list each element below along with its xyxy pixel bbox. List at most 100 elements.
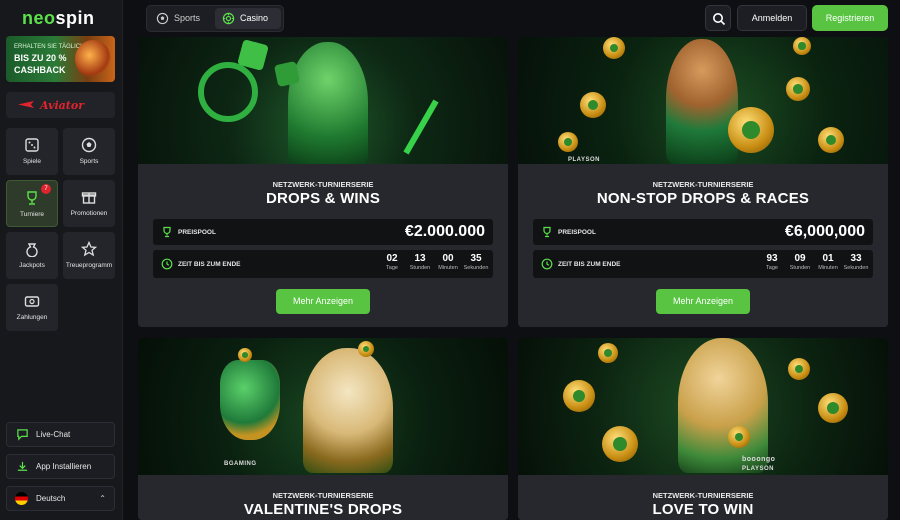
cashback-promo-banner[interactable]: ERHALTEN SIE TÄGLICH BIS ZU 20 % CASHBAC… — [6, 36, 115, 82]
tournament-card-body: NETZWERK-TURNIERSERIE VALENTINE'S DROPS — [138, 475, 508, 520]
trophy-icon — [163, 226, 171, 238]
countdown-label: ZEIT BIS ZUM ENDE — [558, 261, 621, 268]
sidebar-item-treueprogramm[interactable]: Treueprogramm — [63, 232, 115, 279]
promo-line2: BIS ZU 20 % — [14, 53, 67, 63]
sidebar-item-label: Zahlungen — [16, 314, 48, 321]
tab-casino[interactable]: Casino — [215, 8, 281, 29]
provider-logo-secondary: PLAYSON — [742, 466, 774, 472]
tournament-card: BGAMING NETZWERK-TURNIERSERIE VALENTINE'… — [138, 338, 508, 520]
casino-chip-icon — [222, 12, 235, 25]
countdown-days: 02 Tage — [386, 253, 398, 271]
login-button[interactable]: Anmelden — [737, 5, 807, 31]
sidebar-item-zahlungen[interactable]: Zahlungen — [6, 284, 58, 331]
register-button[interactable]: Registrieren — [812, 5, 888, 31]
sidebar-item-sports[interactable]: Sports — [63, 128, 115, 175]
language-selector[interactable]: Deutsch ⌃ — [6, 486, 115, 511]
prize-pool-row: PREISPOOL €6,000,000 — [533, 219, 873, 245]
provider-logo: BGAMING — [224, 461, 257, 467]
provider-logo: PLAYSON — [568, 157, 600, 163]
countdown-seconds: 35 Sekunden — [463, 253, 489, 271]
notification-badge: 7 — [41, 184, 51, 194]
countdown-minutes: 00 Minuten — [438, 253, 458, 271]
tournament-title: LOVE TO WIN — [652, 501, 754, 518]
tab-sports[interactable]: Sports — [149, 8, 212, 29]
countdown-seconds: 33 Sekunden — [843, 253, 869, 271]
tab-label: Casino — [240, 13, 269, 23]
countdown-row: ZEIT BIS ZUM ENDE 02 Tage 13 Stunden 00 Min… — [153, 250, 493, 278]
live-chat-label: Live-Chat — [36, 430, 71, 439]
dragon-illustration — [75, 40, 111, 78]
sidebar-item-jackpots[interactable]: Jackpots — [6, 232, 58, 279]
chat-icon — [17, 429, 28, 441]
tournament-card: booongo PLAYSON NETZWERK-TURNIERSERIE LO… — [518, 338, 888, 520]
clock-icon — [161, 258, 173, 270]
product-switch: Sports Casino — [146, 5, 284, 32]
tournament-title: DROPS & WINS — [265, 190, 381, 207]
tournament-title: VALENTINE'S DROPS — [243, 501, 403, 518]
clock-icon — [541, 258, 553, 270]
live-chat-button[interactable]: Live-Chat — [6, 422, 115, 447]
countdown-days: 93 Tage — [766, 253, 778, 271]
tournament-subtitle: NETZWERK-TURNIERSERIE — [652, 491, 754, 500]
tournament-subtitle: NETZWERK-TURNIERSERIE — [272, 491, 374, 500]
search-icon — [713, 13, 726, 26]
sidebar-item-label: Jackpots — [19, 262, 45, 269]
sidebar-item-label: Turniere — [20, 211, 44, 218]
install-app-label: App Installieren — [36, 462, 92, 471]
tournament-artwork — [138, 37, 508, 164]
install-app-button[interactable]: App Installieren — [6, 454, 115, 479]
tab-label: Sports — [174, 13, 201, 23]
soccer-ball-icon — [156, 12, 169, 25]
countdown-minutes: 01 Minuten — [818, 253, 838, 271]
show-more-button[interactable]: Mehr Anzeigen — [276, 289, 370, 314]
trophy-icon — [543, 226, 551, 238]
tournament-card-body: NETZWERK-TURNIERSERIE DROPS & WINS PREIS… — [138, 164, 508, 327]
sidebar-item-label: Promotionen — [70, 210, 108, 217]
soccer-ball-icon — [81, 137, 97, 153]
provider-logo: booongo — [742, 456, 776, 463]
download-icon — [17, 461, 28, 471]
countdown-hours: 09 Stunden — [789, 253, 811, 271]
sidebar-item-label: Sports — [79, 158, 99, 165]
sidebar-item-spiele[interactable]: Spiele — [6, 128, 58, 175]
aviator-game-link[interactable]: Aviator — [6, 92, 115, 118]
tournament-subtitle: NETZWERK-TURNIERSERIE — [272, 180, 374, 189]
sidebar-item-turniere[interactable]: 7 Turniere — [6, 180, 58, 227]
aviator-label: Aviator — [40, 99, 84, 112]
tournament-subtitle: NETZWERK-TURNIERSERIE — [652, 180, 754, 189]
trophy-icon — [27, 191, 37, 205]
sidebar-item-promotionen[interactable]: Promotionen — [63, 180, 115, 227]
prize-pool-row: PREISPOOL €2.000.000 — [153, 219, 493, 245]
prize-pool-label: PREISPOOL — [178, 229, 216, 236]
promo-line1: ERHALTEN SIE TÄGLICH — [14, 44, 85, 50]
tournament-card: NETZWERK-TURNIERSERIE DROPS & WINS PREIS… — [138, 37, 508, 327]
prize-pool-amount: €6,000,000 — [784, 223, 865, 240]
tournament-artwork: PLAYSON — [518, 37, 888, 164]
tournament-title: NON-STOP DROPS & RACES — [596, 190, 810, 207]
german-flag-icon — [15, 492, 28, 505]
top-bar: Sports Casino Anmelden Registrieren — [123, 0, 900, 37]
prize-pool-amount: €2.000.000 — [404, 223, 485, 240]
sidebar-item-label: Treueprogramm — [65, 262, 113, 269]
prize-pool-label: PREISPOOL — [558, 229, 596, 236]
star-icon — [81, 241, 97, 257]
language-label: Deutsch — [36, 494, 66, 503]
sidebar-item-label: Spiele — [22, 158, 42, 165]
countdown-label: ZEIT BIS ZUM ENDE — [178, 261, 241, 268]
tournament-artwork: booongo PLAYSON — [518, 338, 888, 475]
show-more-button[interactable]: Mehr Anzeigen — [656, 289, 750, 314]
dice-icon — [25, 138, 39, 152]
countdown-row: ZEIT BIS ZUM ENDE 93 Tage 09 Stunden 01 Min… — [533, 250, 873, 278]
payment-icon — [24, 296, 40, 307]
promo-line3: CASHBACK — [14, 65, 66, 75]
plane-icon — [18, 101, 34, 108]
logo-part1: neo — [22, 8, 56, 28]
logo[interactable]: neospin — [22, 8, 95, 29]
tournament-card-body: NETZWERK-TURNIERSERIE LOVE TO WIN — [518, 475, 888, 520]
app: neospin ERHALTEN SIE TÄGLICH BIS ZU 20 %… — [0, 0, 900, 520]
sidebar: neospin ERHALTEN SIE TÄGLICH BIS ZU 20 %… — [0, 0, 123, 520]
chevron-up-icon: ⌃ — [99, 494, 106, 503]
tournament-card-body: NETZWERK-TURNIERSERIE NON-STOP DROPS & R… — [518, 164, 888, 327]
search-button[interactable] — [705, 5, 731, 31]
logo-part2: spin — [55, 8, 95, 28]
